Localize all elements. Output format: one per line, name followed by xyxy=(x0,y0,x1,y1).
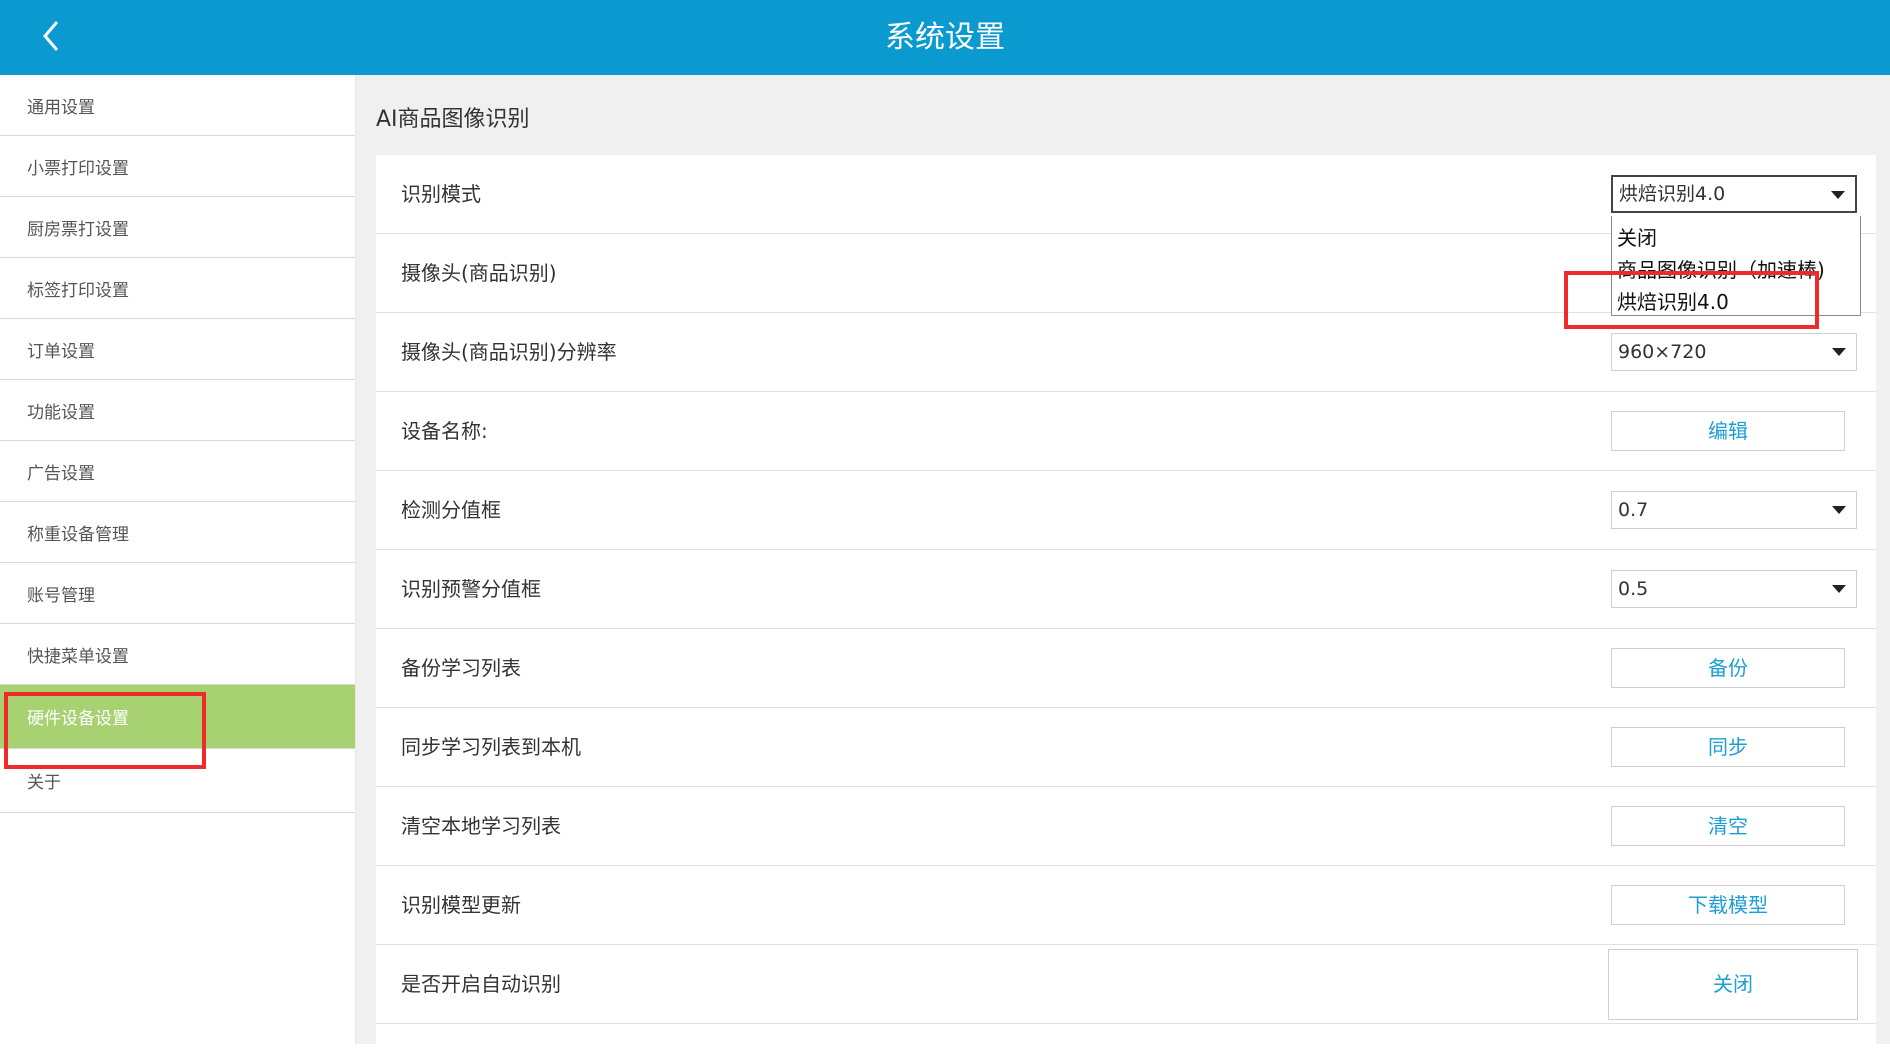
sidebar-item-features[interactable]: 功能设置 xyxy=(0,380,355,441)
sidebar-item-kitchen-print[interactable]: 厨房票打设置 xyxy=(0,197,355,258)
sidebar-item-label: 关于 xyxy=(27,773,61,793)
title-bar: 系统设置 xyxy=(0,0,1890,75)
setting-label: 识别模型更新 xyxy=(401,893,521,917)
sidebar-item-label: 快捷菜单设置 xyxy=(27,646,129,667)
setting-label: 识别模式 xyxy=(401,182,481,206)
setting-row-auto-recognition: 是否开启自动识别 关闭 xyxy=(376,945,1876,1024)
sidebar-item-ads[interactable]: 广告设置 xyxy=(0,441,355,502)
sidebar-item-order[interactable]: 订单设置 xyxy=(0,319,355,380)
camera-resolution-select[interactable]: 960×720 xyxy=(1611,333,1857,371)
setting-row-backup-list: 备份学习列表 备份 xyxy=(376,629,1876,708)
sidebar-item-quick-menu[interactable]: 快捷菜单设置 xyxy=(0,624,355,685)
sidebar-item-label: 小票打印设置 xyxy=(27,158,129,179)
setting-label: 是否开启自动识别 xyxy=(401,972,561,996)
setting-label: 摄像头(商品识别)分辨率 xyxy=(401,340,617,364)
auto-recognition-toggle-button[interactable]: 关闭 xyxy=(1608,949,1858,1020)
sync-button[interactable]: 同步 xyxy=(1611,727,1845,767)
sidebar: 通用设置 小票打印设置 厨房票打设置 标签打印设置 订单设置 功能设置 广告设置… xyxy=(0,75,356,1044)
setting-label: 识别预警分值框 xyxy=(401,577,541,601)
setting-label: 设备名称: xyxy=(401,419,488,443)
setting-label: 摄像头(商品识别) xyxy=(401,261,557,285)
sidebar-item-label: 广告设置 xyxy=(27,463,95,484)
sidebar-item-label-print[interactable]: 标签打印设置 xyxy=(0,258,355,319)
setting-row-model-update: 识别模型更新 下载模型 xyxy=(376,866,1876,945)
select-value: 960×720 xyxy=(1618,341,1707,363)
setting-label: 同步学习列表到本机 xyxy=(401,735,581,759)
setting-row-sync-list: 同步学习列表到本机 同步 xyxy=(376,708,1876,787)
select-value: 0.5 xyxy=(1618,578,1649,600)
download-model-button[interactable]: 下载模型 xyxy=(1611,885,1845,925)
page-title: 系统设置 xyxy=(885,20,1005,55)
sidebar-item-label: 标签打印设置 xyxy=(27,280,129,301)
sidebar-item-general[interactable]: 通用设置 xyxy=(0,75,355,136)
dropdown-option-off[interactable]: 关闭 xyxy=(1617,222,1657,251)
select-value: 0.7 xyxy=(1618,499,1649,521)
recognition-mode-select[interactable]: 烘焙识别4.0 xyxy=(1611,175,1857,213)
setting-row-warning-threshold: 识别预警分值框 0.5 xyxy=(376,550,1876,629)
backup-button[interactable]: 备份 xyxy=(1611,648,1845,688)
section-title: AI商品图像识别 xyxy=(376,107,530,132)
sidebar-item-label: 称重设备管理 xyxy=(27,524,129,545)
setting-label: 检测分值框 xyxy=(401,498,501,522)
clear-button[interactable]: 清空 xyxy=(1611,806,1845,846)
caret-down-icon xyxy=(1832,585,1846,593)
sidebar-item-label: 账号管理 xyxy=(27,585,95,606)
select-value: 烘焙识别4.0 xyxy=(1619,183,1726,205)
sidebar-item-receipt-print[interactable]: 小票打印设置 xyxy=(0,136,355,197)
sidebar-item-label: 通用设置 xyxy=(27,97,95,118)
caret-down-icon xyxy=(1831,191,1845,199)
detection-threshold-select[interactable]: 0.7 xyxy=(1611,491,1857,529)
highlight-box-dropdown-option xyxy=(1564,271,1819,329)
sidebar-item-label: 订单设置 xyxy=(27,341,95,362)
sidebar-item-label: 功能设置 xyxy=(27,402,95,423)
sidebar-item-label: 厨房票打设置 xyxy=(27,219,129,240)
setting-label: 清空本地学习列表 xyxy=(401,814,561,838)
setting-row-clear-list: 清空本地学习列表 清空 xyxy=(376,787,1876,866)
highlight-box-sidebar-item xyxy=(4,692,206,769)
caret-down-icon xyxy=(1832,348,1846,356)
edit-button[interactable]: 编辑 xyxy=(1611,411,1845,451)
setting-row-device-name: 设备名称: 编辑 xyxy=(376,392,1876,471)
setting-label: 备份学习列表 xyxy=(401,656,521,680)
sidebar-item-scale-devices[interactable]: 称重设备管理 xyxy=(0,502,355,563)
setting-row-detection-threshold: 检测分值框 0.7 xyxy=(376,471,1876,550)
sidebar-item-accounts[interactable]: 账号管理 xyxy=(0,563,355,624)
caret-down-icon xyxy=(1832,506,1846,514)
warning-threshold-select[interactable]: 0.5 xyxy=(1611,570,1857,608)
